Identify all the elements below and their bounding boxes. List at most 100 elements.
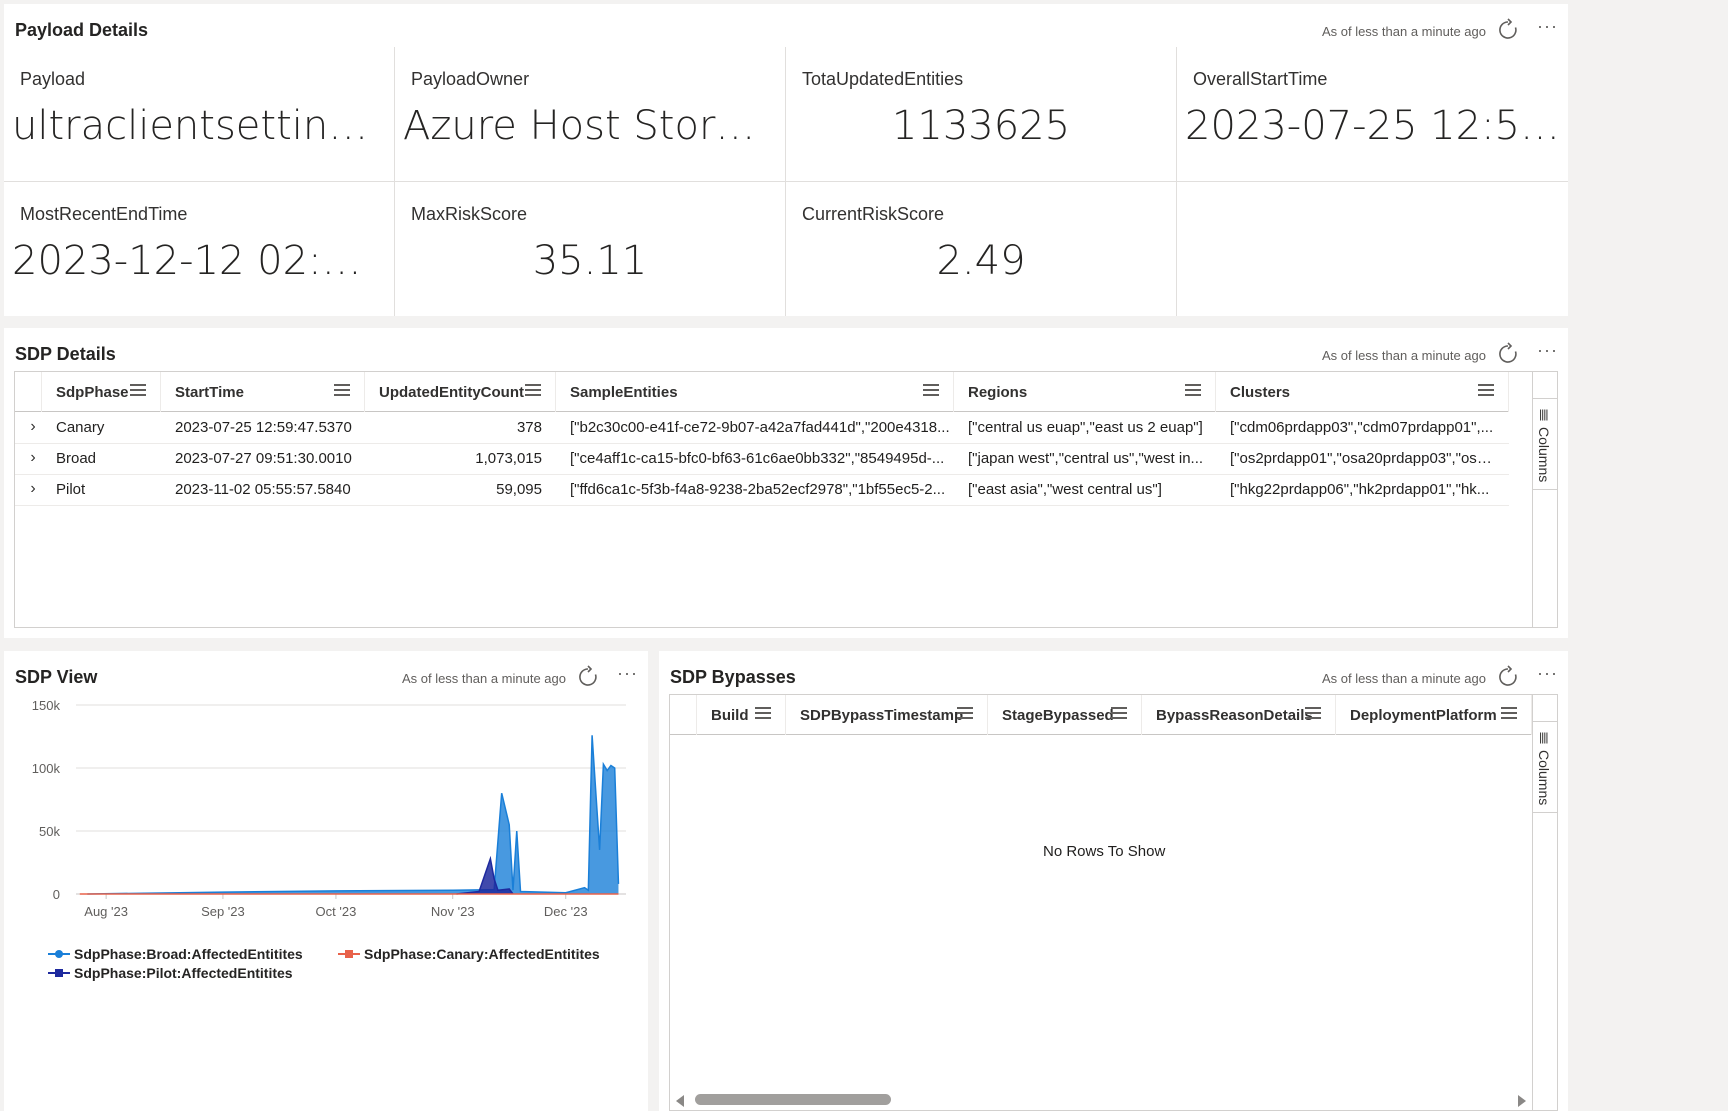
more-options-icon[interactable]: ··· — [617, 663, 638, 684]
kpi-value: 2.49 — [936, 238, 1026, 284]
kpi-label: PayloadOwner — [411, 69, 530, 89]
card-header: SDP Details As of less than a minute ago… — [4, 328, 1568, 374]
column-menu-icon[interactable] — [334, 384, 350, 398]
column-header-expand — [15, 372, 42, 412]
columns-icon: |||| — [1539, 407, 1549, 421]
kpi-value: 2023-07-25 12:59:47.... — [1185, 103, 1560, 149]
column-header-sample-entities[interactable]: SampleEntities — [556, 372, 954, 412]
kpi-value: Azure Host Storage\S... — [403, 103, 777, 149]
scroll-left-arrow-icon[interactable] — [676, 1095, 684, 1107]
legend-label: SdpPhase:Pilot:AffectedEntitites — [74, 965, 293, 981]
column-header-start-time[interactable]: StartTime — [161, 372, 365, 412]
cell-sdp-phase: Canary — [56, 419, 105, 436]
table-row[interactable]: › Pilot 2023-11-02 05:55:57.5840 59,095 … — [15, 475, 1509, 506]
card-header: SDP Bypasses As of less than a minute ag… — [659, 651, 1568, 697]
cell-start-time: 2023-07-27 09:51:30.0010 — [175, 450, 352, 467]
cell-clusters: ["hkg22prdapp06","hk2prdapp01","hk... — [1230, 481, 1490, 498]
legend-item-broad[interactable]: SdpPhase:Broad:AffectedEntitites — [48, 946, 303, 962]
column-header-label: BypassReasonDetails — [1156, 706, 1313, 724]
more-options-icon[interactable]: ··· — [1537, 340, 1558, 361]
cell-sdp-phase: Broad — [56, 450, 97, 467]
kpi-label: Payload — [20, 69, 86, 89]
payload-details-card: Payload Details As of less than a minute… — [4, 4, 1568, 316]
sdp-details-grid: SdpPhase StartTime UpdatedEntityCount Sa… — [14, 371, 1558, 628]
cell-updated-entity-count: 1,073,015 — [475, 450, 542, 467]
columns-tab[interactable]: |||| Columns — [1533, 721, 1557, 813]
column-menu-icon[interactable] — [1501, 707, 1517, 721]
table-row[interactable]: › Broad 2023-07-27 09:51:30.0010 1,073,0… — [15, 444, 1509, 475]
as-of-text: As of less than a minute ago — [1321, 24, 1486, 39]
sdp-view-card: SDP View As of less than a minute ago ··… — [4, 651, 648, 1111]
sdp-bypasses-card: SDP Bypasses As of less than a minute ag… — [659, 651, 1568, 1111]
column-menu-icon[interactable] — [1185, 384, 1201, 398]
refresh-icon[interactable] — [1496, 665, 1520, 689]
cell-sdp-phase: Pilot — [56, 481, 86, 498]
column-header-bypass-reason-details[interactable]: BypassReasonDetails — [1142, 695, 1336, 735]
more-options-icon[interactable]: ··· — [1537, 663, 1558, 684]
as-of-text: As of less than a minute ago — [401, 671, 566, 686]
column-header-sdp-phase[interactable]: SdpPhase — [42, 372, 161, 412]
horizontal-scrollbar[interactable] — [670, 1090, 1532, 1110]
x-tick-label: Aug '23 — [84, 904, 128, 919]
kpi-value: ultraclientsettings_7_... — [12, 103, 386, 149]
column-header-sdp-bypass-timestamp[interactable]: SDPBypassTimestamp — [786, 695, 988, 735]
kpi-tile-overall-start-time: OverallStartTime 2023-07-25 12:59:47.... — [1177, 47, 1568, 182]
chevron-right-icon[interactable]: › — [23, 413, 43, 443]
refresh-icon[interactable] — [1496, 18, 1520, 42]
sdp-details-card: SDP Details As of less than a minute ago… — [4, 328, 1568, 638]
columns-icon: |||| — [1539, 730, 1549, 744]
column-menu-icon[interactable] — [923, 384, 939, 398]
kpi-tile-current-risk-score: CurrentRiskScore 2.49 — [786, 182, 1177, 316]
grid-header: SdpPhase StartTime UpdatedEntityCount Sa… — [15, 372, 1509, 412]
column-header-build[interactable]: Build — [697, 695, 786, 735]
card-title: SDP Bypasses — [670, 667, 796, 687]
series-line-broad — [87, 735, 620, 895]
column-header-updated-entity-count[interactable]: UpdatedEntityCount — [365, 372, 556, 412]
column-header-stage-bypassed[interactable]: StageBypassed — [988, 695, 1142, 735]
chevron-right-icon[interactable]: › — [23, 475, 43, 505]
card-title: SDP Details — [15, 344, 116, 364]
kpi-label: CurrentRiskScore — [802, 204, 945, 224]
more-options-icon[interactable]: ··· — [1537, 16, 1558, 37]
kpi-label: MaxRiskScore — [411, 204, 528, 224]
column-header-clusters[interactable]: Clusters — [1216, 372, 1509, 412]
column-header-label: Regions — [968, 383, 1028, 401]
column-menu-icon[interactable] — [1111, 707, 1127, 721]
grid-header: Build SDPBypassTimestamp StageBypassed B… — [670, 695, 1532, 735]
legend-item-canary[interactable]: SdpPhase:Canary:AffectedEntitites — [338, 946, 600, 962]
column-menu-icon[interactable] — [130, 384, 146, 398]
cell-clusters: ["cdm06prdapp03","cdm07prdapp01",... — [1230, 419, 1494, 436]
card-title: SDP View — [15, 667, 98, 687]
sdp-view-chart: 150k 100k 50k 0 Aug '23 Sep '23 Oct '23 Nov '23… — [32, 698, 626, 919]
columns-tab[interactable]: |||| Columns — [1533, 398, 1557, 490]
kpi-value: 1133625 — [891, 103, 1071, 149]
table-row[interactable]: › Canary 2023-07-25 12:59:47.5370 378 ["… — [15, 413, 1509, 444]
legend-label: SdpPhase:Canary:AffectedEntitites — [364, 946, 600, 962]
columns-tab-label: Columns — [1536, 427, 1552, 483]
cell-regions: ["east asia","west central us"] — [968, 481, 1162, 498]
scrollbar-thumb[interactable] — [695, 1094, 891, 1105]
kpi-tile-total-updated-entities: TotaUpdatedEntities 1133625 — [786, 47, 1177, 182]
no-rows-message: No Rows To Show — [1043, 843, 1166, 860]
kpi-label: OverallStartTime — [1193, 69, 1328, 89]
column-menu-icon[interactable] — [957, 707, 973, 721]
refresh-icon[interactable] — [576, 665, 600, 689]
column-header-label: SampleEntities — [570, 383, 678, 401]
column-menu-icon[interactable] — [1305, 707, 1321, 721]
y-tick-label: 100k — [32, 761, 61, 776]
sdp-bypasses-grid: Build SDPBypassTimestamp StageBypassed B… — [669, 694, 1558, 1111]
columns-side-panel: |||| Columns — [1532, 695, 1557, 1110]
column-header-deployment-platform[interactable]: DeploymentPlatform — [1336, 695, 1532, 735]
kpi-label: MostRecentEndTime — [20, 204, 188, 224]
refresh-icon[interactable] — [1496, 342, 1520, 366]
column-menu-icon[interactable] — [525, 384, 541, 398]
column-menu-icon[interactable] — [755, 707, 771, 721]
column-header-regions[interactable]: Regions — [954, 372, 1216, 412]
column-menu-icon[interactable] — [1478, 384, 1494, 398]
scroll-right-arrow-icon[interactable] — [1518, 1095, 1526, 1107]
legend-item-pilot[interactable]: SdpPhase:Pilot:AffectedEntitites — [48, 965, 293, 981]
column-header-label: Clusters — [1230, 383, 1291, 401]
chevron-right-icon[interactable]: › — [23, 444, 43, 474]
y-tick-label: 50k — [39, 824, 60, 839]
card-header: Payload Details As of less than a minute… — [4, 4, 1568, 50]
